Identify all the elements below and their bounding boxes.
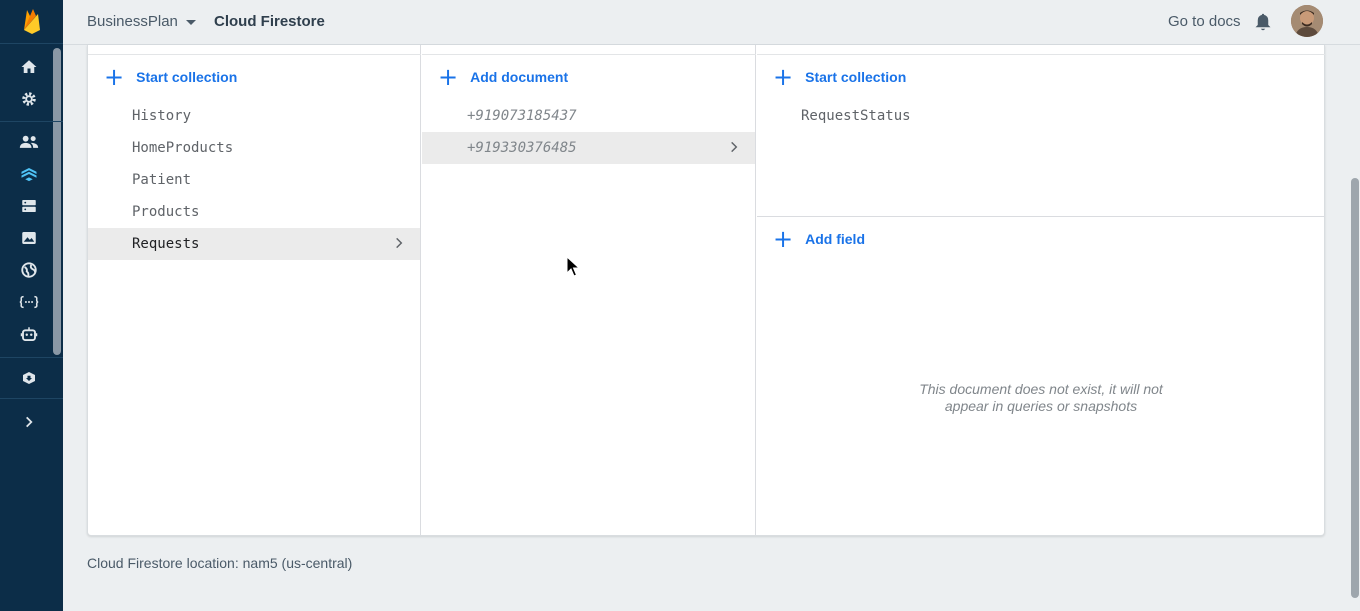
people-icon bbox=[19, 135, 39, 148]
nav-divider bbox=[0, 357, 63, 358]
missing-message-line: This document does not exist, it will no… bbox=[919, 381, 1163, 397]
firestore-location: Cloud Firestore location: nam5 (us-centr… bbox=[87, 555, 353, 571]
collection-item-patient[interactable]: Patient bbox=[88, 164, 420, 196]
go-to-docs-link[interactable]: Go to docs bbox=[1168, 13, 1241, 30]
caret-down-icon bbox=[185, 20, 196, 25]
firebase-logo[interactable] bbox=[0, 0, 63, 44]
missing-document-message: This document does not exist, it will no… bbox=[757, 381, 1325, 415]
document-detail-column: + Start collection RequestStatus + Add f… bbox=[757, 45, 1325, 535]
document-item[interactable]: +919073185437 bbox=[422, 100, 755, 132]
start-subcollection-button[interactable]: + Start collection bbox=[773, 63, 907, 91]
top-bar: BusinessPlan Cloud Firestore Go to docs bbox=[63, 0, 1360, 45]
documents-column: + Add document +919073185437 +9193303764… bbox=[422, 45, 756, 535]
page-scrollbar[interactable] bbox=[1351, 178, 1359, 598]
project-name: BusinessPlan bbox=[87, 13, 178, 30]
subcollection-label: RequestStatus bbox=[801, 108, 911, 124]
nav-firestore[interactable] bbox=[0, 158, 58, 190]
image-icon bbox=[22, 232, 36, 244]
globe-icon bbox=[21, 262, 37, 278]
add-field-button[interactable]: + Add field bbox=[773, 225, 865, 253]
start-collection-label: Start collection bbox=[805, 69, 907, 85]
collection-item-products[interactable]: Products bbox=[88, 196, 420, 228]
nav-functions[interactable] bbox=[0, 286, 58, 318]
nav-settings[interactable] bbox=[0, 83, 58, 115]
notifications-button[interactable] bbox=[1254, 12, 1272, 37]
add-document-button[interactable]: + Add document bbox=[438, 63, 569, 91]
bell-icon bbox=[1255, 13, 1271, 31]
document-id: +919073185437 bbox=[467, 108, 577, 124]
collection-item-requests[interactable]: Requests bbox=[88, 228, 420, 260]
nav-realtime-database[interactable] bbox=[0, 190, 58, 222]
nav-expand[interactable] bbox=[0, 406, 58, 438]
collection-label: HomeProducts bbox=[132, 140, 234, 156]
collection-label: History bbox=[132, 108, 192, 124]
collection-item-history[interactable]: History bbox=[88, 100, 420, 132]
chevron-right-icon bbox=[26, 416, 33, 428]
nav-rail bbox=[0, 0, 63, 611]
avatar[interactable] bbox=[1291, 5, 1323, 37]
nav-extensions[interactable] bbox=[0, 362, 58, 394]
plus-icon: + bbox=[438, 63, 459, 91]
document-id: +919330376485 bbox=[467, 140, 577, 156]
mouse-cursor-icon bbox=[566, 256, 580, 277]
plus-icon: + bbox=[773, 63, 794, 91]
section-divider bbox=[757, 216, 1325, 217]
nav-divider bbox=[0, 398, 63, 399]
subcollection-item[interactable]: RequestStatus bbox=[757, 100, 1325, 132]
chevron-right-icon bbox=[396, 237, 403, 249]
missing-message-line: appear in queries or snapshots bbox=[944, 398, 1138, 414]
collections-column: + Start collection History HomeProducts … bbox=[88, 45, 421, 535]
robot-icon bbox=[20, 327, 38, 341]
chevron-right-icon bbox=[731, 141, 738, 153]
start-collection-label: Start collection bbox=[136, 69, 238, 85]
extensions-icon bbox=[23, 372, 35, 384]
nav-storage[interactable] bbox=[0, 222, 58, 254]
collection-item-homeproducts[interactable]: HomeProducts bbox=[88, 132, 420, 164]
project-selector[interactable]: BusinessPlan bbox=[87, 13, 196, 30]
data-panel: + Start collection History HomeProducts … bbox=[87, 45, 1325, 536]
column-divider bbox=[422, 54, 756, 55]
add-document-label: Add document bbox=[470, 69, 569, 85]
collection-label: Products bbox=[132, 204, 200, 220]
firebase-flame-icon bbox=[23, 8, 40, 34]
column-divider bbox=[88, 54, 421, 55]
nav-home[interactable] bbox=[0, 51, 58, 83]
user-photo-icon bbox=[1291, 5, 1323, 37]
plus-icon: + bbox=[773, 225, 794, 253]
collection-label: Patient bbox=[132, 172, 192, 188]
settings-icon bbox=[22, 92, 36, 106]
nav-ml[interactable] bbox=[0, 318, 58, 350]
nav-authentication[interactable] bbox=[0, 126, 58, 158]
nav-hosting[interactable] bbox=[0, 254, 58, 286]
page-title: Cloud Firestore bbox=[214, 13, 325, 30]
start-collection-button[interactable]: + Start collection bbox=[104, 63, 238, 91]
column-divider bbox=[757, 54, 1325, 55]
home-icon bbox=[21, 60, 37, 73]
firestore-icon bbox=[21, 168, 37, 182]
functions-icon bbox=[19, 295, 39, 309]
collection-label: Requests bbox=[132, 236, 200, 252]
add-field-label: Add field bbox=[805, 231, 865, 247]
document-item-selected[interactable]: +919330376485 bbox=[422, 132, 755, 164]
database-icon bbox=[22, 200, 36, 212]
nav-divider bbox=[0, 121, 63, 122]
plus-icon: + bbox=[104, 63, 125, 91]
